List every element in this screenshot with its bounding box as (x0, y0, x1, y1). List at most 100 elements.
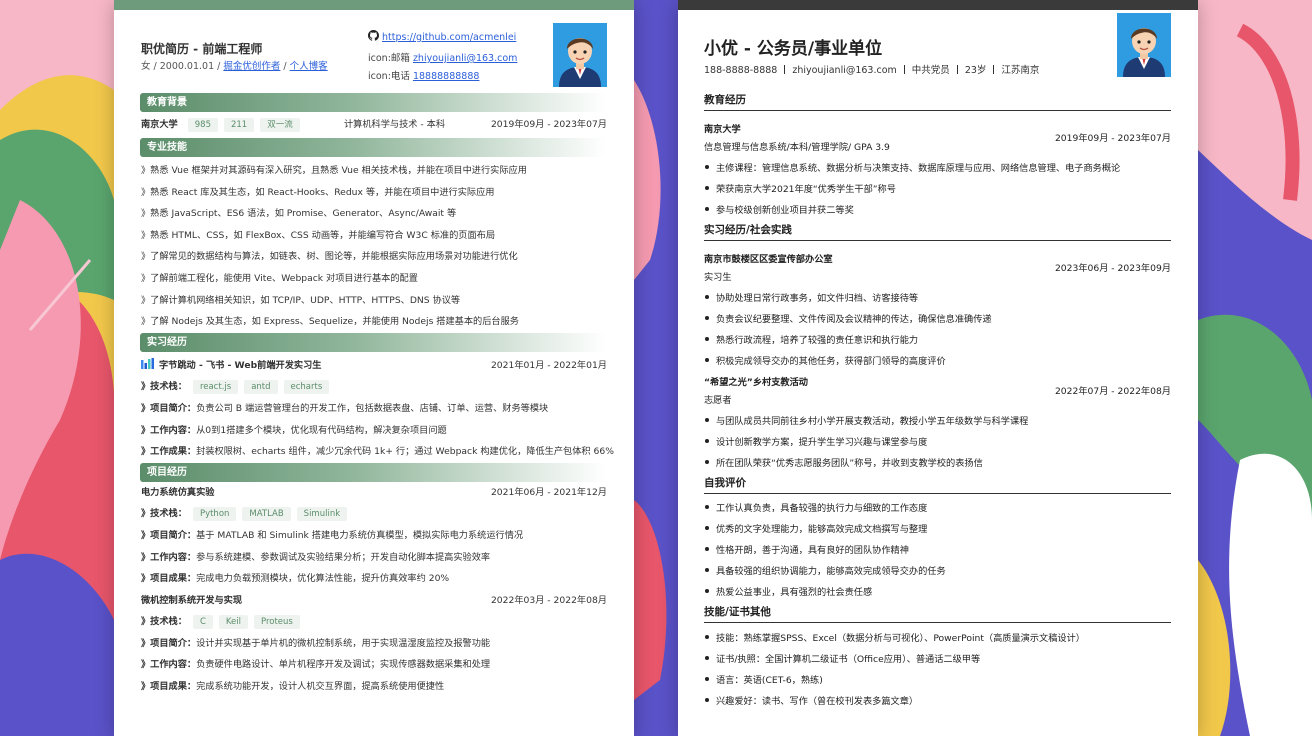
blog-link[interactable]: 个人博客 (290, 61, 328, 72)
work-text: 从0到1搭建多个模块，优化现有代码结构，解决复杂项目问题 (196, 424, 447, 436)
skill-item: 》了解前端工程化，能使用 Vite、Webpack 对项目进行基本的配置 (141, 272, 418, 284)
tag: 985 (187, 118, 218, 132)
skill-item: 》了解计算机网络相关知识，如 TCP/IP、UDP、HTTP、HTTPS、DNS… (141, 294, 461, 306)
tag: Proteus (253, 615, 300, 630)
project-header: 微机控制系统开发与实现 2022年03月 - 2022年08月 (141, 590, 607, 612)
edu-bullet: 参与校级创新创业项目并获二等奖 (704, 202, 854, 216)
phone-contact: icon:电话 18888888888 (368, 68, 479, 82)
personal-info: 女 / 2000.01.01 / (141, 61, 224, 72)
tag: Keil (218, 615, 248, 630)
github-icon (368, 30, 379, 41)
intern-result: 》工作成果：封装权限树、echarts 组件，减少冗余代码 1k+ 行；通过 W… (141, 441, 614, 463)
political-status: 中共党员 (911, 65, 950, 76)
tag: C (192, 615, 213, 630)
tag: react.js (192, 380, 239, 395)
internship-header: 字节跳动 - 飞书 - Web前端开发实习生 2021年01月 - 2022年0… (141, 355, 607, 377)
result-label: 》项目成果： (141, 573, 197, 585)
section-internship: 实习经历 (140, 332, 606, 352)
email-contact: icon:邮箱 zhiyoujianli@163.com (368, 50, 517, 64)
skill-bullet: 证书/执照：全国计算机二级证书（Office应用）、普通话二级甲等 (704, 651, 980, 665)
project-work: 》工作内容：参与系统建模、参数调试及实验结果分析；开发自动化脚本提高实验效率 (141, 547, 607, 569)
project-work: 》工作内容：负责硬件电路设计、单片机程序开发及调试；实现传感器数据采集和处理 (141, 654, 607, 676)
intern-bullet: 负责会议纪要整理、文件传阅及会议精神的传达，确保信息准确传递 (704, 311, 992, 325)
skill-item: 》了解常见的数据结构与算法，如链表、树、图论等，并能根据实际应用场景对功能进行优… (141, 251, 518, 263)
tag: echarts (283, 380, 330, 395)
intro-label: 》项目简介： (141, 637, 197, 649)
intern-work: 》工作内容：从0到1搭建多个模块，优化现有代码结构，解决复杂项目问题 (141, 420, 607, 442)
project-intro: 》项目简介：基于 MATLAB 和 Simulink 搭建电力系统仿真模型，模拟… (141, 525, 607, 547)
email-label: icon:邮箱 (368, 53, 410, 64)
project-name: 微机控制系统开发与实现 (141, 594, 243, 606)
section-projects: 项目经历 (140, 462, 606, 482)
self-bullet: 热爱公益事业，具有强烈的社会责任感 (704, 584, 872, 598)
location: 江苏南京 (1001, 65, 1040, 76)
intern-stack: 》技术栈： react.js antd echarts (141, 376, 607, 398)
section-self-evaluation: 自我评价 (704, 475, 1171, 494)
contact-info: 188-8888-8888 zhiyoujianli@163.com 中共党员 23岁… (704, 62, 1039, 76)
resume-subtitle: 女 / 2000.01.01 / 掘金优创作者 / 个人博客 (141, 58, 328, 72)
juejin-link[interactable]: 掘金优创作者 (223, 61, 280, 72)
result-text: 完成系统功能开发，设计人机交互界面，提高系统使用便捷性 (196, 681, 445, 693)
skill-item: 》熟悉 JavaScript、ES6 语法，如 Promise、Generato… (141, 208, 457, 220)
age: 23岁 (964, 65, 987, 76)
education-row: 南京大学 985 211 双一流 计算机科学与技术 - 本科 2019年09月 - 2… (141, 112, 607, 138)
project-date: 2021年06月 - 2021年12月 (490, 486, 607, 498)
skill-bullet: 语言：英语(CET-6，熟练) (704, 672, 823, 686)
major: 计算机科学与技术 - 本科 (344, 119, 446, 130)
phone-label: icon:电话 (368, 71, 410, 82)
skill-bullet: 兴趣爱好：读书、写作（曾在校刊发表多篇文章） (704, 693, 918, 707)
github-contact: https://github.com/acmenlei (368, 30, 516, 43)
tag: Simulink (296, 507, 348, 522)
project-stack: 》技术栈： C Keil Proteus (141, 611, 607, 633)
phone: 188-8888-8888 (704, 65, 778, 76)
section-skills: 技能/证书其他 (704, 604, 1171, 623)
result-label: 》项目成果： (141, 681, 197, 693)
project-stack: 》技术栈： Python MATLAB Simulink (141, 503, 607, 525)
resume-title: 职优简历 - 前端工程师 (141, 42, 263, 56)
tag: Python (192, 507, 237, 522)
resume-top-bar (678, 0, 1198, 10)
avatar (553, 23, 607, 87)
work-text: 参与系统建模、参数调试及实验结果分析；开发自动化脚本提高实验效率 (196, 551, 491, 563)
self-bullet: 工作认真负责，具备较强的执行力与细致的工作态度 (704, 500, 927, 514)
resume-title: 小优 - 公务员/事业单位 (704, 39, 883, 59)
org-role: 实习生 (704, 272, 732, 283)
intro-text: 负责公司 B 端运营管理台的开发工作，包括数据表盘、店铺、订单、运营、财务等模块 (196, 402, 549, 414)
edu-bullet: 荣获南京大学2021年度“优秀学生干部”称号 (704, 181, 896, 195)
volunteer-bullet: 所在团队荣获“优秀志愿服务团队”称号，并收到支教学校的表扬信 (704, 455, 983, 469)
self-bullet: 具备较强的组织协调能力，能够高效完成领导交办的任务 (704, 563, 946, 577)
result-text: 封装权限树、echarts 组件，减少冗余代码 1k+ 行；通过 Webpack… (196, 446, 614, 458)
intern-intro: 》项目简介：负责公司 B 端运营管理台的开发工作，包括数据表盘、店铺、订单、运营… (141, 398, 607, 420)
self-bullet: 性格开朗，善于沟通，具有良好的团队协作精神 (704, 542, 909, 556)
edu-date: 2019年09月 - 2023年07月 (490, 119, 607, 130)
org-role: 志愿者 (704, 395, 732, 406)
project-name: 电力系统仿真实验 (141, 486, 215, 498)
github-link[interactable]: https://github.com/acmenlei (382, 32, 516, 43)
phone-link[interactable]: 18888888888 (413, 71, 480, 82)
intern-bullet: 熟悉行政流程，培养了较强的责任意识和执行能力 (704, 332, 918, 346)
intro-text: 设计并实现基于单片机的微机控制系统，用于实现温湿度监控及报警功能 (196, 637, 491, 649)
skill-bullet: 技能：熟练掌握SPSS、Excel（数据分析与可视化）、PowerPoint（高… (704, 630, 1085, 644)
edu-bullet: 主修课程：管理信息系统、数据分析与决策支持、数据库原理与应用、网络信息管理、电子… (704, 160, 1120, 174)
self-bullet: 优秀的文字处理能力，能够高效完成文档撰写与整理 (704, 521, 927, 535)
section-skills: 专业技能 (140, 138, 606, 157)
project-date: 2022年03月 - 2022年08月 (490, 594, 607, 606)
section-education: 教育背景 (140, 93, 606, 112)
project-header: 电力系统仿真实验 2021年06月 - 2021年12月 (141, 482, 607, 504)
email-link[interactable]: zhiyoujianli@163.com (413, 53, 517, 64)
work-label: 》工作内容： (141, 551, 197, 563)
cartoon-avatar-icon (1117, 13, 1171, 77)
tag: MATLAB (242, 507, 291, 522)
email: zhiyoujianli@163.com (792, 65, 897, 76)
bytedance-logo-icon (141, 357, 154, 369)
avatar (1117, 13, 1171, 77)
skill-item: 》熟悉 Vue 框架并对其源码有深入研究，且熟悉 Vue 相关技术栈，并能在项目… (141, 165, 527, 176)
resume-header: 职优简历 - 前端工程师 女 / 2000.01.01 / 掘金优创作者 / 个… (114, 10, 634, 93)
project-result: 》项目成果：完成电力负载预测模块，优化算法性能，提升仿真效率约 20% (141, 568, 607, 590)
link-separator: / (280, 61, 290, 72)
result-label: 》工作成果： (141, 446, 197, 458)
school-detail: 信息管理与信息系统/本科/管理学院/ GPA 3.9 (704, 142, 890, 153)
tag: 211 (223, 118, 255, 132)
stack-label: 》技术栈： (141, 508, 187, 520)
tag: antd (244, 380, 278, 395)
